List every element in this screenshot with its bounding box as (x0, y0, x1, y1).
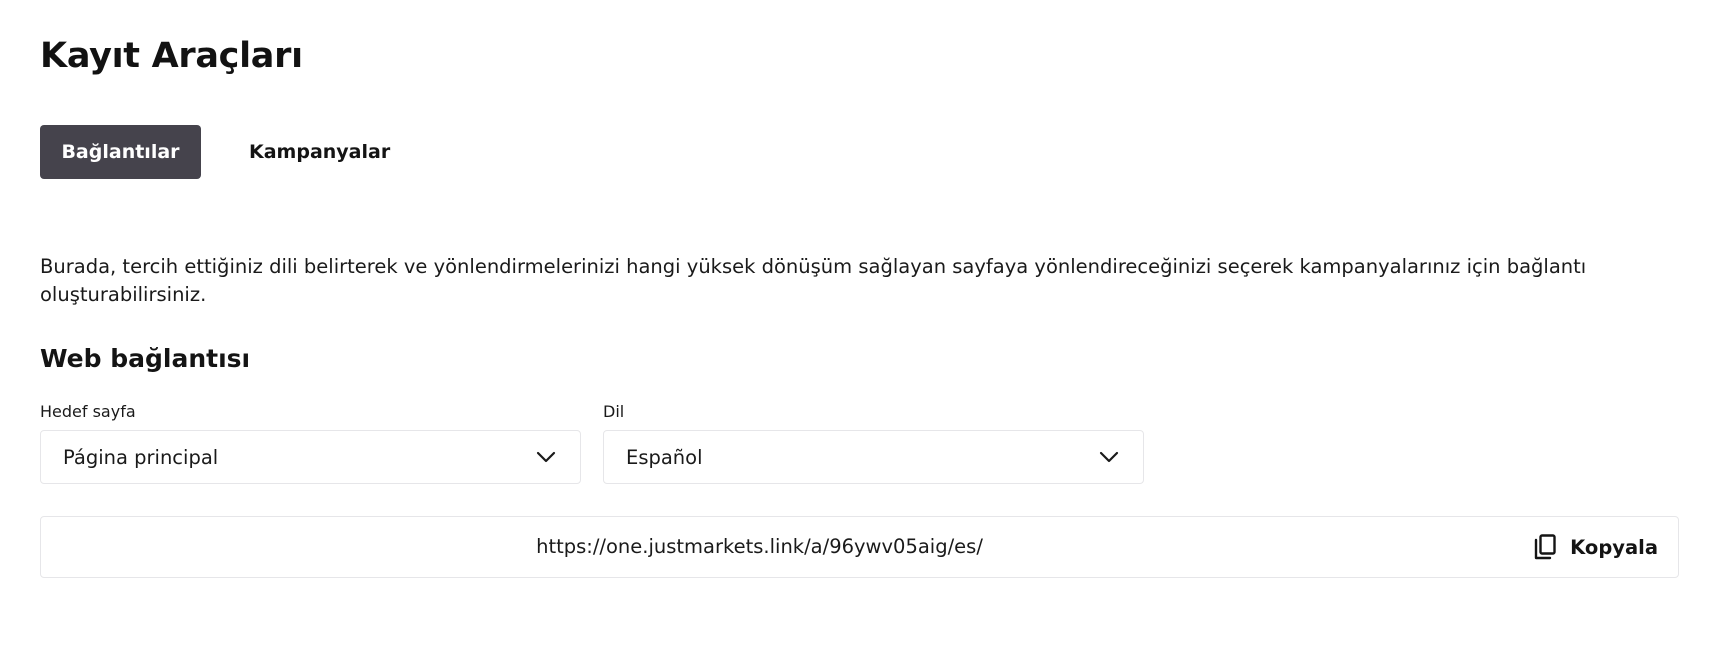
web-link-section-title: Web bağlantısı (40, 344, 251, 373)
tab-links[interactable]: Bağlantılar (40, 125, 201, 179)
target-page-field: Hedef sayfa Página principal (40, 402, 581, 484)
language-select[interactable]: Español (603, 430, 1144, 484)
language-field: Dil Español (603, 402, 1144, 484)
generated-link-box: https://one.justmarkets.link/a/96ywv05ai… (40, 516, 1679, 578)
language-label: Dil (603, 402, 625, 421)
copy-button[interactable]: Kopyala (1532, 517, 1658, 577)
registration-tools-page: Kayıt Araçları Bağlantılar Kampanyalar B… (0, 0, 1735, 646)
copy-icon (1532, 533, 1558, 561)
target-page-select[interactable]: Página principal (40, 430, 581, 484)
copy-label: Kopyala (1570, 535, 1658, 559)
tabs: Bağlantılar Kampanyalar (40, 125, 410, 179)
target-page-value: Página principal (63, 445, 219, 469)
tab-campaigns[interactable]: Kampanyalar (229, 125, 410, 179)
chevron-down-icon (534, 445, 558, 469)
language-value: Español (626, 445, 703, 469)
description-text: Burada, tercih ettiğiniz dili belirterek… (40, 255, 1587, 306)
page-title: Kayıt Araçları (40, 36, 303, 76)
chevron-down-icon (1097, 445, 1121, 469)
generated-link-url[interactable]: https://one.justmarkets.link/a/96ywv05ai… (41, 517, 1678, 577)
target-page-label: Hedef sayfa (40, 402, 136, 421)
